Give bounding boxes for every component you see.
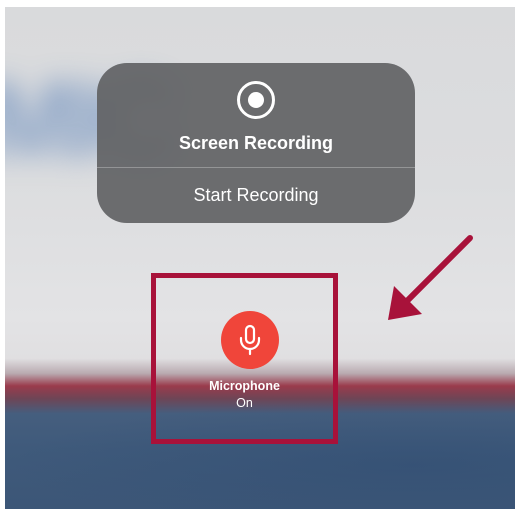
microphone-label: Microphone bbox=[209, 379, 280, 393]
microphone-icon bbox=[239, 324, 261, 356]
screen-recording-title: Screen Recording bbox=[178, 133, 334, 153]
microphone-toggle-button[interactable] bbox=[221, 311, 279, 369]
microphone-state: On bbox=[236, 396, 253, 410]
arrow-down-left-icon bbox=[388, 235, 473, 320]
record-icon bbox=[237, 81, 275, 119]
start-recording-button[interactable]: Start Recording bbox=[97, 168, 415, 223]
screen-recording-panel: Screen Recording Start Recording bbox=[97, 63, 415, 223]
record-dot bbox=[248, 92, 264, 108]
